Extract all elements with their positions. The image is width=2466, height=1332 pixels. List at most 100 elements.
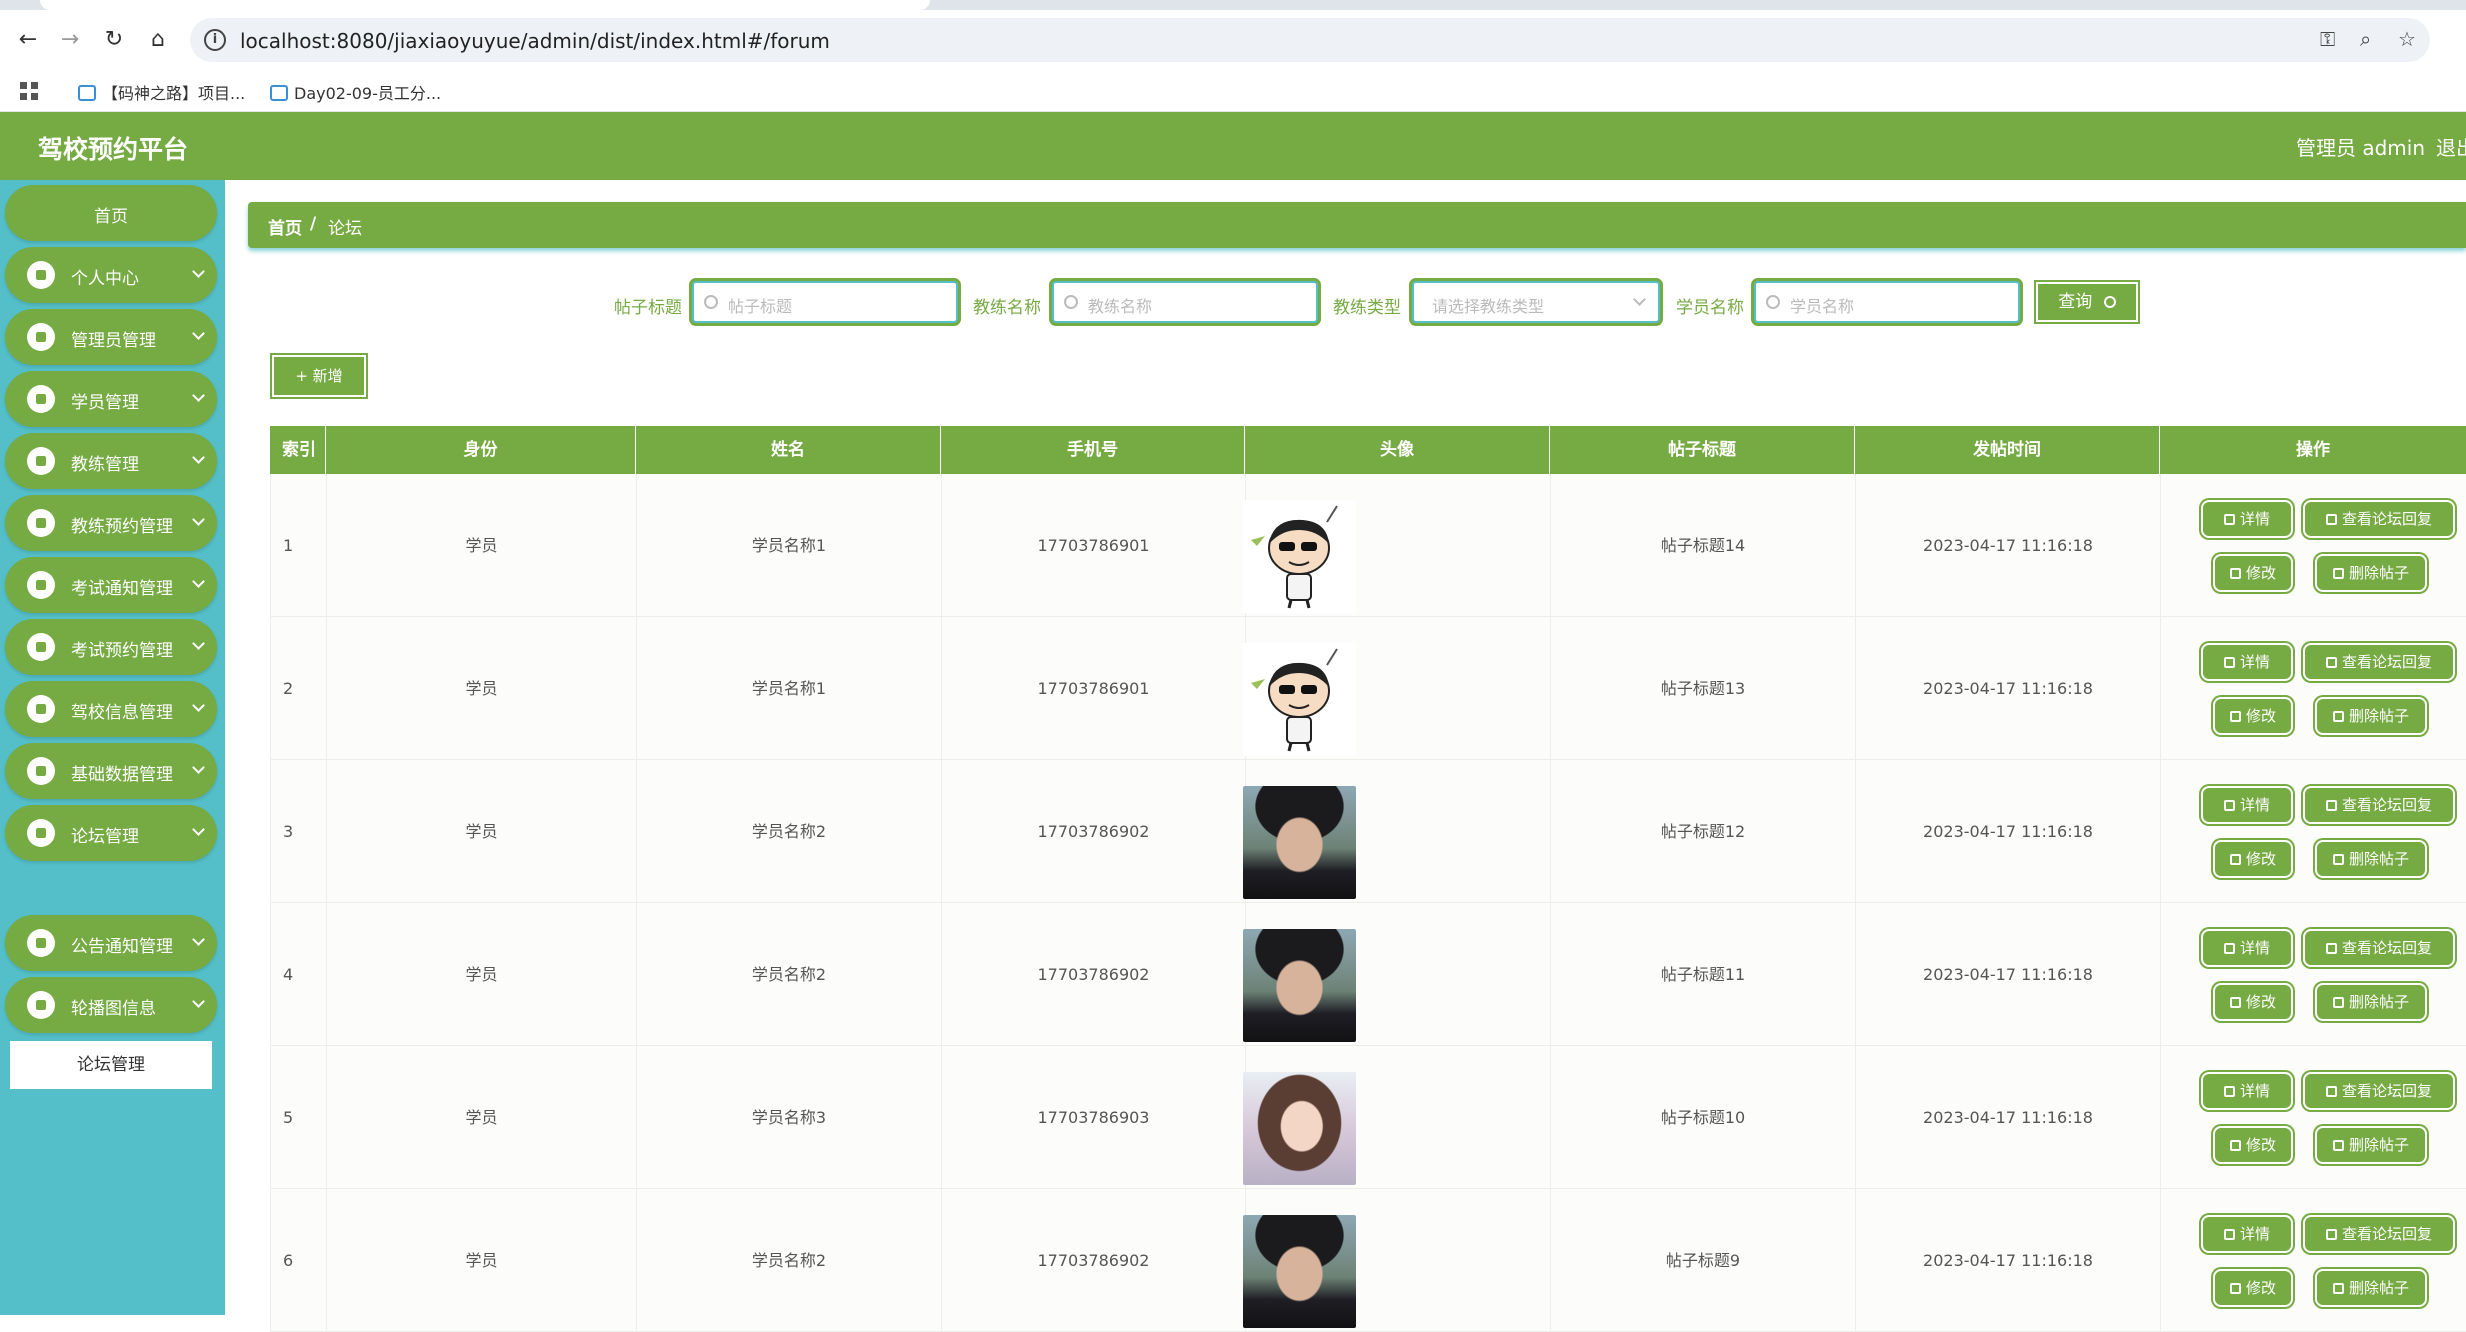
- bookmark-2[interactable]: Day02-09-员工分...: [270, 80, 441, 104]
- detail-button[interactable]: 详情: [2201, 500, 2293, 538]
- avatar[interactable]: [1243, 1215, 1356, 1328]
- chevron-down-icon: [192, 265, 205, 278]
- view-replies-button[interactable]: 查看论坛回复: [2303, 643, 2455, 681]
- sidebar-item-base-data[interactable]: 基础数据管理: [5, 743, 217, 799]
- edit-button[interactable]: 修改: [2213, 1269, 2293, 1307]
- key-icon[interactable]: ⚿: [2320, 27, 2335, 51]
- action-label: 详情: [2239, 1082, 2270, 1100]
- cell-name: 学员名称2: [637, 903, 942, 1046]
- document-icon: [2223, 1229, 2235, 1240]
- sidebar-item-students[interactable]: 学员管理: [5, 371, 217, 427]
- action-label: 查看论坛回复: [2341, 1082, 2432, 1100]
- edit-button[interactable]: 修改: [2213, 1126, 2293, 1164]
- student-name-input[interactable]: 学员名称: [1754, 281, 2020, 323]
- avatar[interactable]: [1243, 643, 1356, 756]
- delete-post-button[interactable]: 删除帖子: [2315, 1126, 2427, 1164]
- sidebar-item-exam-booking[interactable]: 考试预约管理: [5, 619, 217, 675]
- delete-post-button[interactable]: 删除帖子: [2315, 840, 2427, 878]
- detail-button[interactable]: 详情: [2201, 1215, 2293, 1253]
- table-row: 6 学员 学员名称2 17703786902 帖子标题9 2023-04-17 11:16…: [270, 1189, 2466, 1332]
- delete-post-button[interactable]: 删除帖子: [2315, 983, 2427, 1021]
- view-replies-button[interactable]: 查看论坛回复: [2303, 786, 2455, 824]
- edit-button[interactable]: 修改: [2213, 983, 2293, 1021]
- cell-phone: 17703786902: [942, 1189, 1246, 1332]
- edit-button[interactable]: 修改: [2213, 697, 2293, 735]
- chevron-down-icon: [192, 823, 205, 836]
- sidebar-item-exam-notice[interactable]: 考试通知管理: [5, 557, 217, 613]
- cell-name: 学员名称3: [637, 1046, 942, 1189]
- cell-name: 学员名称2: [637, 760, 942, 903]
- student-name-placeholder: 学员名称: [1790, 297, 1855, 316]
- post-title-input[interactable]: 帖子标题: [692, 281, 958, 323]
- reload-icon[interactable]: ↻: [100, 26, 128, 54]
- pencil-icon: [2229, 854, 2241, 865]
- detail-button[interactable]: 详情: [2201, 1072, 2293, 1110]
- sidebar-item-school-info[interactable]: 驾校信息管理: [5, 681, 217, 737]
- sidebar-item-label: 公告通知管理: [71, 937, 173, 957]
- detail-button[interactable]: 详情: [2201, 929, 2293, 967]
- back-icon[interactable]: ←: [14, 26, 42, 54]
- sidebar-item-admins[interactable]: 管理员管理: [5, 309, 217, 365]
- view-replies-button[interactable]: 查看论坛回复: [2303, 929, 2455, 967]
- add-button[interactable]: + 新增: [272, 355, 366, 397]
- avatar[interactable]: [1243, 786, 1356, 899]
- sidebar-item-label: 教练管理: [71, 455, 139, 475]
- browser-active-tab[interactable]: [40, 0, 930, 10]
- action-label: 删除帖子: [2348, 1279, 2409, 1297]
- cell-role: 学员: [327, 1189, 637, 1332]
- cell-name: 学员名称1: [637, 474, 942, 617]
- logout-link[interactable]: 退出: [2436, 132, 2466, 161]
- table-row: 1 学员 学员名称1 17703786901 帖子标题14 2023-04-17 11:1…: [270, 474, 2466, 617]
- query-button[interactable]: 查询: [2036, 282, 2138, 322]
- avatar[interactable]: [1243, 500, 1356, 613]
- forward-icon[interactable]: →: [56, 26, 84, 54]
- column-header: 身份: [326, 426, 636, 474]
- view-replies-button[interactable]: 查看论坛回复: [2303, 1072, 2455, 1110]
- cell-index: 4: [271, 903, 327, 1046]
- delete-post-button[interactable]: 删除帖子: [2315, 1269, 2427, 1307]
- coach-type-select[interactable]: 请选择教练类型: [1412, 281, 1660, 323]
- breadcrumb-home[interactable]: 首页: [268, 214, 302, 239]
- action-label: 查看论坛回复: [2341, 653, 2432, 671]
- sidebar-item-profile[interactable]: 个人中心: [5, 247, 217, 303]
- avatar[interactable]: [1243, 929, 1356, 1042]
- url-text[interactable]: localhost:8080/jiaxiaoyuyue/admin/dist/i…: [240, 29, 830, 53]
- chevron-down-icon: [192, 575, 205, 588]
- pencil-icon: [2325, 1229, 2337, 1240]
- document-icon: [2223, 657, 2235, 668]
- sidebar-item-coaches[interactable]: 教练管理: [5, 433, 217, 489]
- sidebar-item-forum[interactable]: 论坛管理: [5, 805, 217, 861]
- view-replies-button[interactable]: 查看论坛回复: [2303, 500, 2455, 538]
- edit-button[interactable]: 修改: [2213, 840, 2293, 878]
- sidebar-subitem-forum-manage[interactable]: 论坛管理: [10, 1041, 212, 1089]
- home-icon[interactable]: ⌂: [144, 26, 172, 54]
- coach-name-input[interactable]: 教练名称: [1052, 281, 1318, 323]
- sidebar-item-coach-booking[interactable]: 教练预约管理: [5, 495, 217, 551]
- zoom-icon[interactable]: ⌕: [2360, 27, 2371, 51]
- cell-time: 2023-04-17 11:16:18: [1856, 760, 2161, 903]
- post-title-placeholder: 帖子标题: [728, 297, 793, 316]
- sidebar-item-home[interactable]: 首页: [5, 185, 217, 241]
- detail-button[interactable]: 详情: [2201, 786, 2293, 824]
- sidebar-item-carousel[interactable]: 轮播图信息: [5, 977, 217, 1033]
- chevron-down-icon: [192, 327, 205, 340]
- view-replies-button[interactable]: 查看论坛回复: [2303, 1215, 2455, 1253]
- apps-icon[interactable]: [20, 82, 38, 100]
- bookmark-1[interactable]: 【码神之路】项目...: [78, 80, 245, 104]
- address-bar[interactable]: i localhost:8080/jiaxiaoyuyue/admin/dist…: [190, 18, 2430, 62]
- document-icon: [2223, 800, 2235, 811]
- star-icon[interactable]: ☆: [2398, 27, 2416, 51]
- column-header: 头像: [1245, 426, 1550, 474]
- detail-button[interactable]: 详情: [2201, 643, 2293, 681]
- edit-button[interactable]: 修改: [2213, 554, 2293, 592]
- delete-post-button[interactable]: 删除帖子: [2315, 554, 2427, 592]
- delete-post-button[interactable]: 删除帖子: [2315, 697, 2427, 735]
- site-info-icon[interactable]: i: [204, 29, 226, 51]
- briefcase-icon: [27, 447, 55, 475]
- column-header: 帖子标题: [1550, 426, 1855, 474]
- cell-name: 学员名称1: [637, 617, 942, 760]
- chevron-down-icon: [192, 699, 205, 712]
- avatar[interactable]: [1243, 1072, 1356, 1185]
- sidebar-item-announcements[interactable]: 公告通知管理: [5, 915, 217, 971]
- cell-actions: 详情 查看论坛回复 修改 删除帖子: [2161, 903, 2466, 1046]
